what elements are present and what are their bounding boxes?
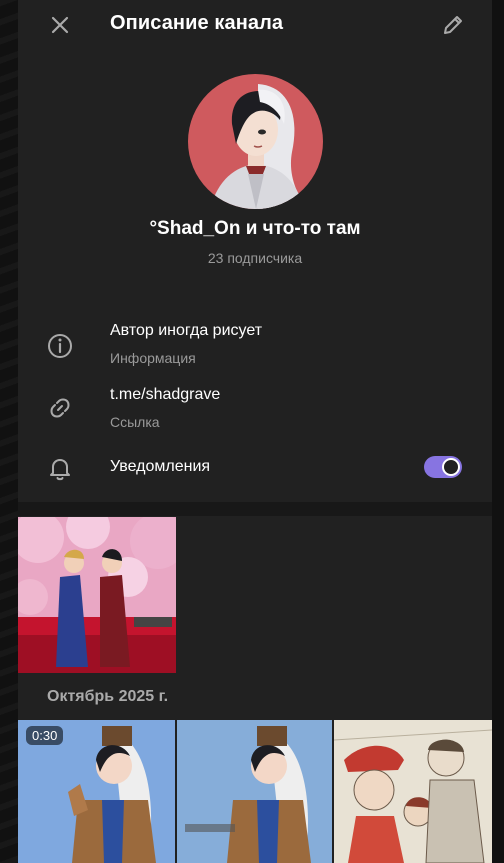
panel-header: Описание канала	[18, 0, 492, 50]
edit-button[interactable]	[436, 8, 470, 42]
description-text: Автор иногда рисует	[110, 322, 263, 339]
link-row[interactable]: t.me/shadgrave Ссылка	[18, 382, 492, 438]
media-item[interactable]	[334, 720, 492, 863]
close-icon	[51, 16, 69, 34]
page-title: Описание канала	[110, 12, 284, 34]
close-button[interactable]	[43, 8, 77, 42]
channel-info-panel: Описание канала °Shad_On и что-то там 23…	[18, 0, 492, 863]
avatar-illustration	[210, 84, 308, 209]
notifications-row[interactable]: Уведомления	[18, 446, 492, 490]
notifications-label: Уведомления	[110, 458, 211, 475]
section-divider	[18, 502, 492, 516]
pencil-icon	[444, 16, 462, 34]
notifications-toggle[interactable]	[424, 456, 462, 478]
link-icon	[46, 394, 74, 422]
info-icon	[46, 332, 74, 360]
subscriber-count: 23 подписчика	[207, 250, 303, 266]
video-duration-badge: 0:30	[26, 726, 64, 745]
toggle-knob	[442, 458, 460, 476]
media-thumbnail	[177, 720, 332, 863]
description-caption: Информация	[110, 350, 196, 366]
description-row[interactable]: Автор иногда рисует Информация	[18, 318, 492, 374]
media-item[interactable]	[18, 517, 176, 673]
bell-icon	[46, 454, 74, 482]
link-text[interactable]: t.me/shadgrave	[110, 386, 220, 404]
media-item[interactable]	[177, 720, 332, 863]
channel-name: °Shad_On и что-то там	[149, 218, 361, 239]
media-thumbnail	[18, 517, 176, 673]
media-thumbnail	[334, 720, 492, 863]
chat-backdrop-left	[0, 0, 18, 863]
media-item-video[interactable]: 0:30	[18, 720, 175, 863]
month-label: Октябрь 2025 г.	[47, 688, 169, 705]
link-caption: Ссылка	[110, 414, 160, 430]
channel-avatar[interactable]	[188, 74, 323, 209]
chat-backdrop-right	[492, 0, 504, 863]
